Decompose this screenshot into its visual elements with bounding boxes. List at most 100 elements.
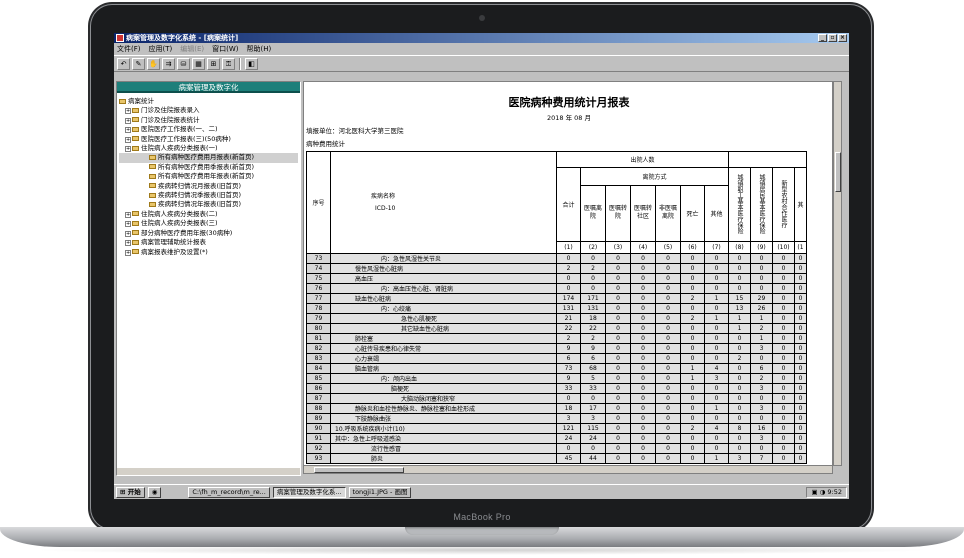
table-row[interactable]: 90 10.呼吸系统疾病小计(10) 121 115 0 0 0 2 4 8 16 0 0	[306, 423, 807, 434]
close-button[interactable]: ×	[838, 34, 847, 42]
taskbar-task-app[interactable]: 病案管理及数字化系...	[272, 486, 346, 498]
row-value: 121	[556, 423, 581, 434]
row-value: 0	[580, 283, 606, 294]
taskbar-task-paint[interactable]: tongji1.JPG - 画图	[348, 486, 412, 498]
tree-item[interactable]: + 医院医疗工作报表(一、二)	[119, 125, 298, 134]
report-vertical-scrollbar[interactable]	[833, 81, 842, 466]
tree-item[interactable]: 疾病转归情况月报表(旧首页)	[119, 182, 298, 191]
tree-item[interactable]: + 病案报表维护及设置(*)	[119, 248, 298, 257]
start-button[interactable]: ⊞ 开始	[116, 486, 145, 498]
column-number: (8)	[728, 241, 751, 254]
minimize-button[interactable]: _	[818, 34, 827, 42]
report-horizontal-scrollbar[interactable]	[303, 465, 833, 474]
tree-item[interactable]: 疾病转归情况年报表(旧首页)	[119, 200, 298, 209]
expand-icon[interactable]: +	[125, 146, 131, 153]
table-row[interactable]: 92 流行性感冒 0 0 0 0 0 0 0 0 0 0 0	[306, 443, 807, 454]
table-row[interactable]: 87 大脑动脉闭塞和狭窄 0 0 0 0 0 0 0 0 0 0 0	[306, 393, 807, 404]
table-row[interactable]: 86 脑梗死 33 33 0 0 0 0 0 0 3 0 0	[306, 383, 807, 394]
menu-help[interactable]: 帮助(H)	[247, 44, 272, 54]
tree-item[interactable]: 所有病种医疗费用季报表(新首页)	[119, 163, 298, 172]
tree-item[interactable]: 病案统计	[119, 97, 298, 106]
table-row[interactable]: 76 内：高血压性心脏、肾脏病 0 0 0 0 0 0 0 0 0 0 0	[306, 283, 807, 294]
row-seq: 91	[306, 433, 331, 444]
tree-item[interactable]: + 医院医疗工作报表(三)(50病种)	[119, 135, 298, 144]
grid-icon[interactable]: ▦	[192, 58, 205, 70]
row-seq: 73	[306, 253, 331, 264]
window-titlebar[interactable]: 病案管理及数字化系统 - [病案统计] _ ▫ ×	[114, 33, 849, 43]
row-value: 0	[655, 323, 681, 334]
menu-apply[interactable]: 应用(T)	[149, 44, 173, 54]
row-value: 1	[704, 453, 729, 464]
header-discharged: 出院人数	[556, 151, 729, 168]
table-row[interactable]: 93 肺炎 45 44 0 0 0 0 1 3 7 0 0	[306, 453, 807, 464]
left-horizontal-scrollbar[interactable]	[117, 467, 300, 475]
expand-icon[interactable]: +	[125, 249, 131, 256]
row-value: 0	[772, 273, 795, 284]
exit-icon[interactable]: ◧	[245, 58, 258, 70]
row-value: 0	[728, 263, 751, 274]
folder-icon	[132, 126, 139, 132]
table-row[interactable]: 84 脑血管病 73 68 0 0 0 1 4 0 6 0 0	[306, 363, 807, 374]
table-row[interactable]: 85 内：颅内出血 9 5 0 0 0 1 3 0 2 0 0	[306, 373, 807, 384]
row-value: 0	[728, 343, 751, 354]
expand-icon[interactable]: +	[125, 221, 131, 228]
row-value: 0	[680, 263, 705, 274]
header-urban-worker: 城镇职工基本医疗保险	[728, 167, 751, 242]
row-value: 0	[772, 403, 795, 414]
table-row[interactable]: 74 慢性风湿性心脏病 2 2 0 0 0 0 0 0 0 0 0	[306, 263, 807, 274]
transfer-icon[interactable]: ⇉	[162, 58, 175, 70]
taskbar-task-folder[interactable]: C:\fh_m_record\m_re...	[188, 486, 270, 498]
table-row[interactable]: 75 高血压 0 0 0 0 0 0 0 0 0 0 0	[306, 273, 807, 284]
table-row[interactable]: 81 肺栓塞 2 2 0 0 0 0 0 0 1 0 0	[306, 333, 807, 344]
stage: MacBook Pro 病案管理及数字化系统 - [病案统计] _ ▫ × 文件…	[0, 0, 964, 558]
plus-grid-icon[interactable]: ⊞	[207, 58, 220, 70]
row-value: 0	[680, 323, 705, 334]
tree-item[interactable]: + 门诊及住院报表录入	[119, 106, 298, 115]
menu-window[interactable]: 窗口(W)	[212, 44, 238, 54]
expand-icon[interactable]: +	[125, 230, 131, 237]
menu-file[interactable]: 文件(F)	[117, 44, 141, 54]
table-row[interactable]: 78 内：心绞痛 131 131 0 0 0 0 0 13 26 0 0	[306, 303, 807, 314]
database-icon[interactable]: ⛁	[177, 58, 190, 70]
table-row[interactable]: 73 内：急性风湿性关节炎 0 0 0 0 0 0 0 0 0 0 0	[306, 253, 807, 264]
row-value: 0	[580, 273, 606, 284]
tree-item[interactable]: + 住院病人疾病分类报表(三)	[119, 219, 298, 228]
tree-item[interactable]: + 部分病种医疗费用年报(30病种)	[119, 229, 298, 238]
row-name: 静脉炎和血栓性静脉炎、静脉栓塞和血栓形成	[330, 403, 557, 414]
expand-icon[interactable]: +	[125, 117, 131, 124]
expand-icon[interactable]: +	[125, 127, 131, 134]
table-row[interactable]: 89 下肢静脉曲张 3 3 0 0 0 0 0 0 0 0 0	[306, 413, 807, 424]
table-row[interactable]: 77 缺血性心脏病 174 171 0 0 0 2 1 15 29 0 0	[306, 293, 807, 304]
row-value: 0	[680, 453, 705, 464]
tree-item[interactable]: + 住院病人疾病分类报表(二)	[119, 210, 298, 219]
taskbar-ie-icon[interactable]: ◉	[147, 486, 162, 498]
row-value: 0	[794, 333, 807, 344]
tree-item[interactable]: + 门诊及住院报表统计	[119, 116, 298, 125]
folder-icon	[132, 211, 139, 217]
table-row[interactable]: 91 其中：急性上呼吸道感染 24 24 0 0 0 0 0 0 3 0 0	[306, 433, 807, 444]
table-row[interactable]: 80 其它缺血性心脏病 22 22 0 0 0 0 0 1 2 0 0	[306, 323, 807, 334]
expand-icon[interactable]: +	[125, 136, 131, 143]
key-icon[interactable]: ⚿	[222, 58, 235, 70]
table-row[interactable]: 82 心脏传导疾患和心律失常 9 9 0 0 0 0 0 0 3 0 0	[306, 343, 807, 354]
restore-button[interactable]: ▫	[828, 34, 837, 42]
expand-icon[interactable]: +	[125, 240, 131, 247]
row-value: 0	[772, 303, 795, 314]
header-seq: 序号	[306, 151, 331, 254]
hand-icon[interactable]: ✋	[147, 58, 160, 70]
menu-edit[interactable]: 编辑(E)	[180, 44, 204, 54]
tree-item[interactable]: 所有病种医疗费用年报表(新首页)	[119, 172, 298, 181]
row-value: 0	[794, 413, 807, 424]
expand-icon[interactable]: +	[125, 108, 131, 115]
undo-icon[interactable]: ↶	[117, 58, 130, 70]
header-death: 死亡	[680, 184, 705, 243]
table-row[interactable]: 88 静脉炎和血栓性静脉炎、静脉栓塞和血栓形成 18 17 0 0 0 0 1 0 3 0 0	[306, 403, 807, 414]
expand-icon[interactable]: +	[125, 211, 131, 218]
tree-item[interactable]: + 病案管理辅助统计报表	[119, 238, 298, 247]
table-row[interactable]: 83 心力衰竭 6 6 0 0 0 0 0 2 0 0 0	[306, 353, 807, 364]
tree-item[interactable]: 所有病种医疗费用月报表(新首页)	[119, 153, 298, 163]
vertical-scroll-thumb[interactable]	[835, 152, 841, 192]
horizontal-scroll-thumb[interactable]	[314, 467, 404, 473]
edit-icon[interactable]: ✎	[132, 58, 145, 70]
table-row[interactable]: 79 急性心肌梗死 21 18 0 0 0 2 1 1 1 0 0	[306, 313, 807, 324]
